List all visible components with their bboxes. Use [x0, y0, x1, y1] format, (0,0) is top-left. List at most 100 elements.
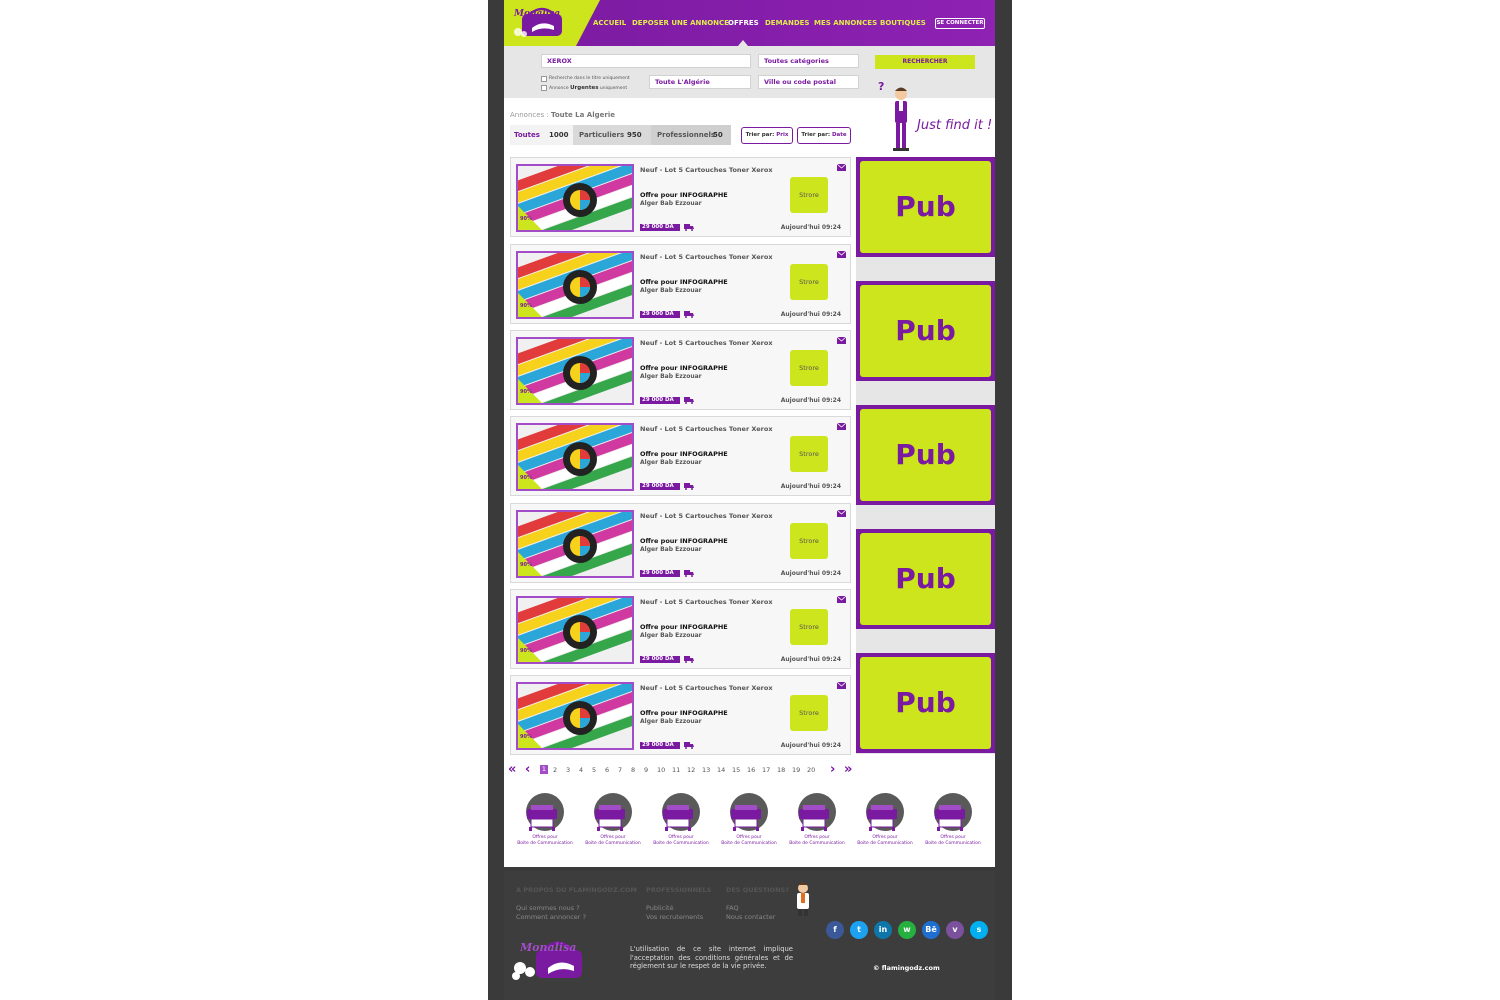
- category-select[interactable]: Toutes catégories: [758, 54, 859, 68]
- listing-card[interactable]: 90% Neuf - Lot 5 Cartouches Toner Xerox …: [510, 330, 851, 410]
- ad-banner[interactable]: Pub: [856, 653, 995, 753]
- footer-link-faq[interactable]: FAQ: [726, 904, 739, 912]
- page-link[interactable]: 14: [717, 766, 725, 774]
- footer-monalisa-logo[interactable]: Monalisa: [508, 934, 592, 986]
- footer-link-recruitment[interactable]: Vos recrutements: [646, 913, 703, 921]
- listing-thumbnail[interactable]: 90%: [516, 337, 634, 405]
- mail-icon[interactable]: [837, 596, 846, 603]
- category-shortcut[interactable]: Offres pour Boite de Communication: [855, 791, 915, 851]
- page-link[interactable]: 5: [592, 766, 596, 774]
- page-link[interactable]: 18: [777, 766, 785, 774]
- listing-title[interactable]: Neuf - Lot 5 Cartouches Toner Xerox: [640, 339, 773, 347]
- page-link[interactable]: 8: [631, 766, 635, 774]
- facebook-icon[interactable]: f: [826, 921, 844, 939]
- nav-offres[interactable]: OFFRES: [728, 19, 759, 27]
- page-link[interactable]: 6: [605, 766, 609, 774]
- nav-demandes[interactable]: DEMANDES: [765, 19, 809, 27]
- listing-thumbnail[interactable]: 90%: [516, 423, 634, 491]
- nav-deposer-annonce[interactable]: DEPOSER UNE ANNONCE: [632, 19, 729, 27]
- mail-icon[interactable]: [837, 682, 846, 689]
- listing-title[interactable]: Neuf - Lot 5 Cartouches Toner Xerox: [640, 598, 773, 606]
- sort-by-price-button[interactable]: Trier par: Prix: [741, 127, 793, 144]
- listing-store-button[interactable]: Strore: [790, 436, 828, 472]
- page-link[interactable]: 12: [687, 766, 695, 774]
- category-shortcut[interactable]: Offres pour Boite de Communication: [787, 791, 847, 851]
- page-link[interactable]: 15: [732, 766, 740, 774]
- listing-store-button[interactable]: Strore: [790, 609, 828, 645]
- nav-boutiques[interactable]: BOUTIQUES: [880, 19, 926, 27]
- monalisa-logo[interactable]: Monalisa: [510, 4, 572, 42]
- category-shortcut[interactable]: Offres pour Boite de Communication: [719, 791, 779, 851]
- behance-icon[interactable]: Bē: [922, 921, 940, 939]
- page-link[interactable]: 9: [644, 766, 648, 774]
- listing-thumbnail[interactable]: 90%: [516, 596, 634, 664]
- category-shortcut[interactable]: Offres pour Boite de Communication: [515, 791, 575, 851]
- listing-store-button[interactable]: Strore: [790, 350, 828, 386]
- last-page-button[interactable]: »: [844, 762, 852, 777]
- listing-card[interactable]: 90% Neuf - Lot 5 Cartouches Toner Xerox …: [510, 503, 851, 583]
- mail-icon[interactable]: [837, 337, 846, 344]
- nav-accueil[interactable]: ACCUEIL: [593, 19, 626, 27]
- skype-icon[interactable]: s: [970, 921, 988, 939]
- mail-icon[interactable]: [837, 251, 846, 258]
- page-link[interactable]: 1: [540, 765, 548, 774]
- tab-toutes[interactable]: Toutes 1000: [510, 125, 573, 145]
- listing-store-button[interactable]: Strore: [790, 177, 828, 213]
- page-link[interactable]: 20: [807, 766, 815, 774]
- breadcrumb-location[interactable]: Toute La Algerie: [551, 111, 615, 119]
- tab-particuliers[interactable]: Particuliers 950: [573, 125, 651, 145]
- listing-title[interactable]: Neuf - Lot 5 Cartouches Toner Xerox: [640, 253, 773, 261]
- tab-professionnels[interactable]: Professionnels 50: [651, 125, 731, 145]
- whatsapp-icon[interactable]: w: [898, 921, 916, 939]
- page-link[interactable]: 13: [702, 766, 710, 774]
- prev-page-button[interactable]: ‹: [525, 762, 530, 777]
- listing-card[interactable]: 90% Neuf - Lot 5 Cartouches Toner Xerox …: [510, 416, 851, 496]
- listing-thumbnail[interactable]: 90%: [516, 164, 634, 232]
- category-shortcut[interactable]: Offres pour Boite de Communication: [651, 791, 711, 851]
- page-link[interactable]: 7: [618, 766, 622, 774]
- ad-banner[interactable]: Pub: [856, 157, 995, 257]
- page-link[interactable]: 17: [762, 766, 770, 774]
- listing-card[interactable]: 90% Neuf - Lot 5 Cartouches Toner Xerox …: [510, 157, 851, 237]
- listing-title[interactable]: Neuf - Lot 5 Cartouches Toner Xerox: [640, 166, 773, 174]
- twitter-icon[interactable]: t: [850, 921, 868, 939]
- listing-thumbnail[interactable]: 90%: [516, 682, 634, 750]
- next-page-button[interactable]: ›: [830, 762, 835, 777]
- ad-banner[interactable]: Pub: [856, 281, 995, 381]
- keyword-input[interactable]: XEROX: [541, 54, 751, 68]
- nav-mes-annonces[interactable]: MES ANNONCES: [814, 19, 877, 27]
- page-link[interactable]: 10: [657, 766, 665, 774]
- page-link[interactable]: 4: [579, 766, 583, 774]
- listing-title[interactable]: Neuf - Lot 5 Cartouches Toner Xerox: [640, 512, 773, 520]
- mail-icon[interactable]: [837, 423, 846, 430]
- mail-icon[interactable]: [837, 164, 846, 171]
- listing-store-button[interactable]: Strore: [790, 695, 828, 731]
- region-select[interactable]: Toute L'Algérie: [649, 75, 751, 89]
- category-shortcut[interactable]: Offres pour Boite de Communication: [923, 791, 983, 851]
- mail-icon[interactable]: [837, 510, 846, 517]
- search-button[interactable]: RECHERCHER: [875, 55, 975, 69]
- first-page-button[interactable]: «: [508, 762, 516, 777]
- city-input[interactable]: Ville ou code postal: [758, 75, 859, 89]
- help-icon[interactable]: ?: [878, 80, 884, 93]
- page-link[interactable]: 11: [672, 766, 680, 774]
- listing-thumbnail[interactable]: 90%: [516, 510, 634, 578]
- page-link[interactable]: 2: [553, 766, 557, 774]
- footer-link-advertising[interactable]: Publicité: [646, 904, 674, 912]
- title-only-checkbox[interactable]: [541, 76, 547, 82]
- listing-store-button[interactable]: Strore: [790, 264, 828, 300]
- ad-banner[interactable]: Pub: [856, 405, 995, 505]
- listing-store-button[interactable]: Strore: [790, 523, 828, 559]
- listing-card[interactable]: 90% Neuf - Lot 5 Cartouches Toner Xerox …: [510, 244, 851, 324]
- category-shortcut[interactable]: Offres pour Boite de Communication: [583, 791, 643, 851]
- login-button[interactable]: SE CONNECTER: [935, 18, 985, 29]
- listing-title[interactable]: Neuf - Lot 5 Cartouches Toner Xerox: [640, 684, 773, 692]
- listing-card[interactable]: 90% Neuf - Lot 5 Cartouches Toner Xerox …: [510, 589, 851, 669]
- sort-by-date-button[interactable]: Trier par: Date: [797, 127, 851, 144]
- page-link[interactable]: 19: [792, 766, 800, 774]
- footer-link-contact[interactable]: Nous contacter: [726, 913, 775, 921]
- linkedin-icon[interactable]: in: [874, 921, 892, 939]
- viber-icon[interactable]: v: [946, 921, 964, 939]
- page-link[interactable]: 16: [747, 766, 755, 774]
- urgent-only-checkbox[interactable]: [541, 85, 547, 91]
